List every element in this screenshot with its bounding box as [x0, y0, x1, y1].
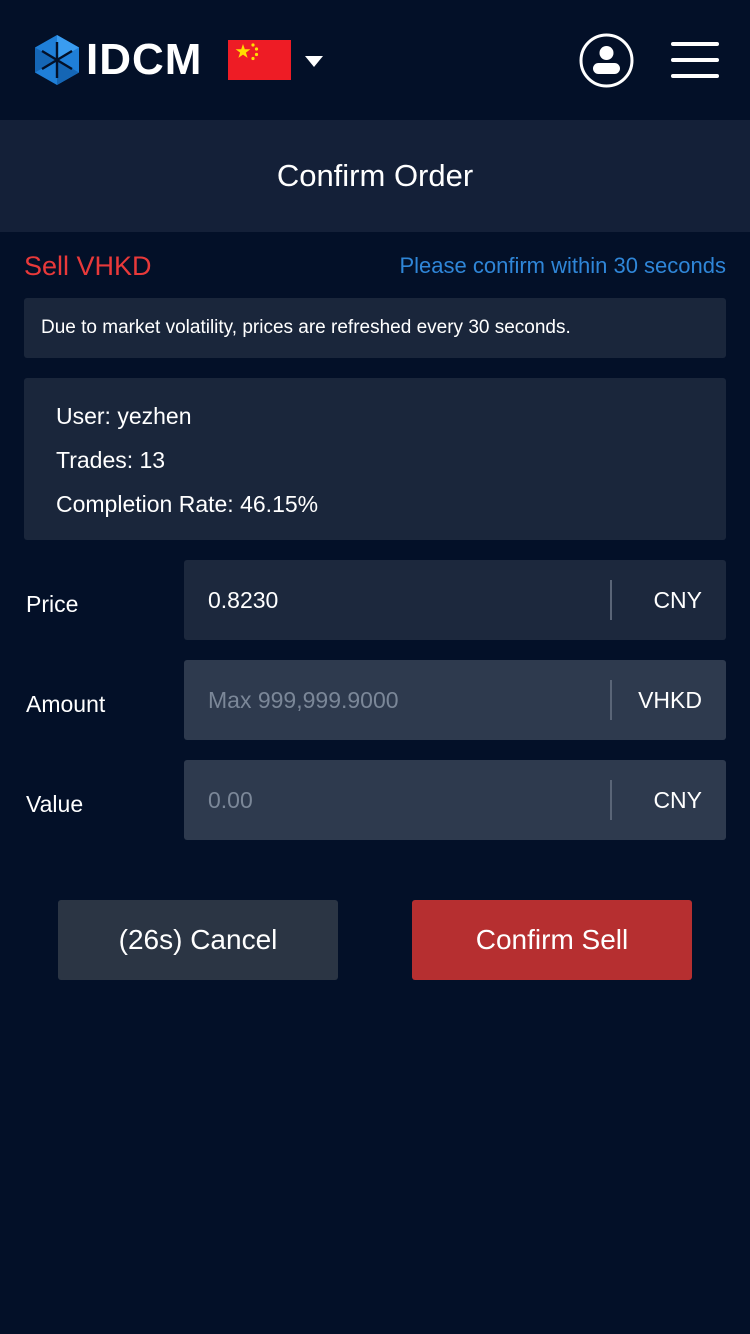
- confirm-timer-hint: Please confirm within 30 seconds: [399, 253, 727, 278]
- idcm-logo-icon[interactable]: [33, 34, 81, 86]
- volatility-notice: Due to market volatility, prices are ref…: [24, 298, 726, 358]
- amount-unit: VHKD: [638, 686, 702, 713]
- amount-divider: [610, 680, 612, 720]
- caret-down-icon[interactable]: [305, 56, 323, 67]
- confirm-sell-button[interactable]: Confirm Sell: [412, 900, 692, 980]
- user-row: User: yezhen: [56, 402, 192, 430]
- value-field[interactable]: 0.00 CNY: [184, 760, 726, 840]
- china-flag-icon[interactable]: [228, 40, 291, 80]
- completion-rate-value: 46.15%: [240, 491, 319, 517]
- amount-field[interactable]: Max 999,999.9000 VHKD: [184, 660, 726, 740]
- top-nav-bar: IDCM: [0, 0, 750, 120]
- trades-row: Trades: 13: [56, 446, 165, 474]
- brand-name: IDCM: [86, 35, 203, 84]
- price-field: 0.8230 CNY: [184, 560, 726, 640]
- page-title-bar: Confirm Order: [0, 120, 750, 232]
- trades-label: Trades:: [56, 447, 134, 473]
- price-divider: [610, 580, 612, 620]
- value-input[interactable]: 0.00: [208, 760, 588, 840]
- page-title: Confirm Order: [276, 158, 474, 193]
- amount-label: Amount: [26, 691, 106, 717]
- user-account-icon[interactable]: [579, 33, 634, 88]
- value-unit: CNY: [653, 786, 702, 813]
- trades-value: 13: [139, 447, 166, 473]
- price-label: Price: [26, 591, 79, 617]
- completion-rate-label: Completion Rate:: [56, 491, 234, 517]
- user-label: User:: [56, 403, 111, 429]
- completion-rate-row: Completion Rate: 46.15%: [56, 490, 318, 518]
- counterparty-info-card: User: yezhen Trades: 13 Completion Rate:…: [24, 378, 726, 540]
- hamburger-menu-icon[interactable]: [671, 41, 721, 79]
- price-unit: CNY: [653, 586, 702, 613]
- volatility-notice-text: Due to market volatility, prices are ref…: [41, 317, 571, 338]
- order-side-title: Sell VHKD: [24, 251, 152, 281]
- user-value: yezhen: [117, 403, 192, 429]
- price-value: 0.8230: [208, 586, 279, 613]
- value-label: Value: [26, 791, 84, 817]
- amount-input[interactable]: Max 999,999.9000: [208, 660, 588, 740]
- cancel-button[interactable]: (26s) Cancel: [58, 900, 338, 980]
- value-divider: [610, 780, 612, 820]
